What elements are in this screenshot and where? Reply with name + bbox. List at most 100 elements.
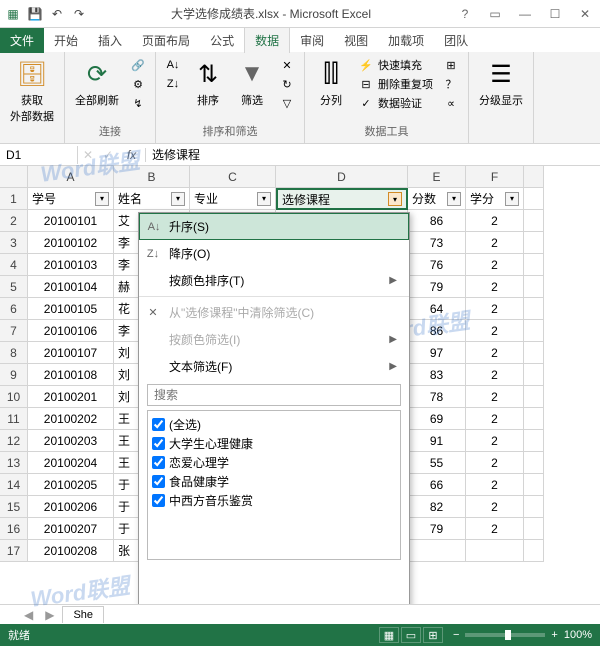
- zoom-thumb[interactable]: [505, 630, 511, 640]
- cell-id[interactable]: 20100108: [28, 364, 114, 386]
- check-select-all[interactable]: (全选): [152, 415, 396, 434]
- zoom-out-button[interactable]: −: [453, 629, 459, 641]
- maximize-icon[interactable]: ☐: [544, 5, 566, 23]
- redo-icon[interactable]: ↷: [70, 5, 88, 23]
- row-header[interactable]: 3: [0, 232, 28, 254]
- checkbox[interactable]: [152, 437, 165, 450]
- cell-credit[interactable]: 2: [466, 364, 524, 386]
- row-header[interactable]: 5: [0, 276, 28, 298]
- cell-credit[interactable]: 2: [466, 452, 524, 474]
- name-box[interactable]: D1: [0, 146, 78, 164]
- cell-score[interactable]: 73: [408, 232, 466, 254]
- filter-dropdown-button[interactable]: ▾: [171, 192, 185, 206]
- sheet-nav-prev[interactable]: ◀: [20, 608, 37, 622]
- row-header[interactable]: 12: [0, 430, 28, 452]
- column-header[interactable]: A: [28, 166, 114, 188]
- column-header[interactable]: F: [466, 166, 524, 188]
- sort-button[interactable]: ⇅ 排序: [188, 56, 228, 112]
- column-header[interactable]: D: [276, 166, 408, 188]
- cell-credit[interactable]: 2: [466, 474, 524, 496]
- filter-checklist[interactable]: (全选) 大学生心理健康 恋爱心理学 食品健康学 中西方音乐鉴赏: [147, 410, 401, 560]
- header-cell[interactable]: 专业▾: [190, 188, 276, 210]
- row-header[interactable]: 2: [0, 210, 28, 232]
- row-header[interactable]: 16: [0, 518, 28, 540]
- zoom-level[interactable]: 100%: [564, 629, 592, 641]
- column-header[interactable]: [0, 166, 28, 188]
- checkbox[interactable]: [152, 456, 165, 469]
- check-option[interactable]: 大学生心理健康: [152, 434, 396, 453]
- cell-id[interactable]: 20100201: [28, 386, 114, 408]
- cell-id[interactable]: 20100203: [28, 430, 114, 452]
- outline-button[interactable]: ☰ 分级显示: [475, 56, 527, 110]
- tab-view[interactable]: 视图: [334, 28, 378, 53]
- zoom-in-button[interactable]: +: [551, 629, 557, 641]
- row-header[interactable]: 4: [0, 254, 28, 276]
- tab-team[interactable]: 团队: [434, 28, 478, 53]
- header-cell[interactable]: 学号▾: [28, 188, 114, 210]
- row-header[interactable]: 8: [0, 342, 28, 364]
- cell-credit[interactable]: 2: [466, 254, 524, 276]
- tab-insert[interactable]: 插入: [88, 28, 132, 53]
- cell-id[interactable]: 20100107: [28, 342, 114, 364]
- cell-score[interactable]: 78: [408, 386, 466, 408]
- cell-id[interactable]: 20100101: [28, 210, 114, 232]
- filter-dropdown-button[interactable]: ▾: [95, 192, 109, 206]
- spreadsheet[interactable]: ABCDEF1学号▾姓名▾专业▾选修课程▾分数▾学分▾220100101艾862…: [0, 166, 600, 604]
- cell-score[interactable]: 69: [408, 408, 466, 430]
- cell-score[interactable]: 76: [408, 254, 466, 276]
- cell-credit[interactable]: 2: [466, 342, 524, 364]
- header-cell[interactable]: 姓名▾: [114, 188, 190, 210]
- column-header[interactable]: C: [190, 166, 276, 188]
- row-header[interactable]: 11: [0, 408, 28, 430]
- cell-score[interactable]: 82: [408, 496, 466, 518]
- filter-button[interactable]: ▼ 筛选: [232, 56, 272, 112]
- edit-links-button[interactable]: ↯: [127, 94, 149, 112]
- row-header[interactable]: 7: [0, 320, 28, 342]
- cell-score[interactable]: 83: [408, 364, 466, 386]
- sort-descending-item[interactable]: Z↓ 降序(O): [139, 240, 409, 267]
- row-header[interactable]: 13: [0, 452, 28, 474]
- tab-formulas[interactable]: 公式: [200, 28, 244, 53]
- what-if-button[interactable]: ？: [440, 75, 462, 93]
- get-external-data-button[interactable]: 🗄 获取 外部数据: [6, 56, 58, 126]
- row-header[interactable]: 6: [0, 298, 28, 320]
- cell-credit[interactable]: 2: [466, 232, 524, 254]
- tab-review[interactable]: 审阅: [290, 28, 334, 53]
- text-filters-item[interactable]: 文本筛选(F) ▶: [139, 353, 409, 380]
- checkbox[interactable]: [152, 494, 165, 507]
- close-icon[interactable]: ✕: [574, 5, 596, 23]
- column-header[interactable]: E: [408, 166, 466, 188]
- normal-view-button[interactable]: ▦: [379, 627, 399, 643]
- cell-score[interactable]: [408, 540, 466, 562]
- save-icon[interactable]: 💾: [26, 5, 44, 23]
- filter-dropdown-button[interactable]: ▾: [257, 192, 271, 206]
- row-header[interactable]: 15: [0, 496, 28, 518]
- tab-home[interactable]: 开始: [44, 28, 88, 53]
- cell-score[interactable]: 55: [408, 452, 466, 474]
- tab-page-layout[interactable]: 页面布局: [132, 28, 200, 53]
- text-to-columns-button[interactable]: ⫿⫿ 分列: [311, 56, 351, 112]
- cell-id[interactable]: 20100206: [28, 496, 114, 518]
- filter-dropdown-button[interactable]: ▾: [388, 192, 402, 206]
- connections-button[interactable]: 🔗: [127, 56, 149, 74]
- clear-filter-button[interactable]: ✕: [276, 56, 298, 74]
- check-option[interactable]: 恋爱心理学: [152, 453, 396, 472]
- checkbox[interactable]: [152, 418, 165, 431]
- cell-credit[interactable]: 2: [466, 518, 524, 540]
- row-header[interactable]: 14: [0, 474, 28, 496]
- row-header[interactable]: 17: [0, 540, 28, 562]
- cell-id[interactable]: 20100208: [28, 540, 114, 562]
- row-header[interactable]: 1: [0, 188, 28, 210]
- filter-dropdown-button[interactable]: ▾: [447, 192, 461, 206]
- cell-score[interactable]: 86: [408, 320, 466, 342]
- reapply-button[interactable]: ↻: [276, 75, 298, 93]
- check-option[interactable]: 中西方音乐鉴赏: [152, 491, 396, 510]
- cell-id[interactable]: 20100207: [28, 518, 114, 540]
- cell-credit[interactable]: 2: [466, 430, 524, 452]
- header-cell[interactable]: 学分▾: [466, 188, 524, 210]
- sort-by-color-item[interactable]: 按颜色排序(T) ▶: [139, 267, 409, 294]
- help-icon[interactable]: ?: [454, 5, 476, 23]
- sheet-nav-next[interactable]: ▶: [41, 608, 58, 622]
- column-header[interactable]: [524, 166, 544, 188]
- column-header[interactable]: B: [114, 166, 190, 188]
